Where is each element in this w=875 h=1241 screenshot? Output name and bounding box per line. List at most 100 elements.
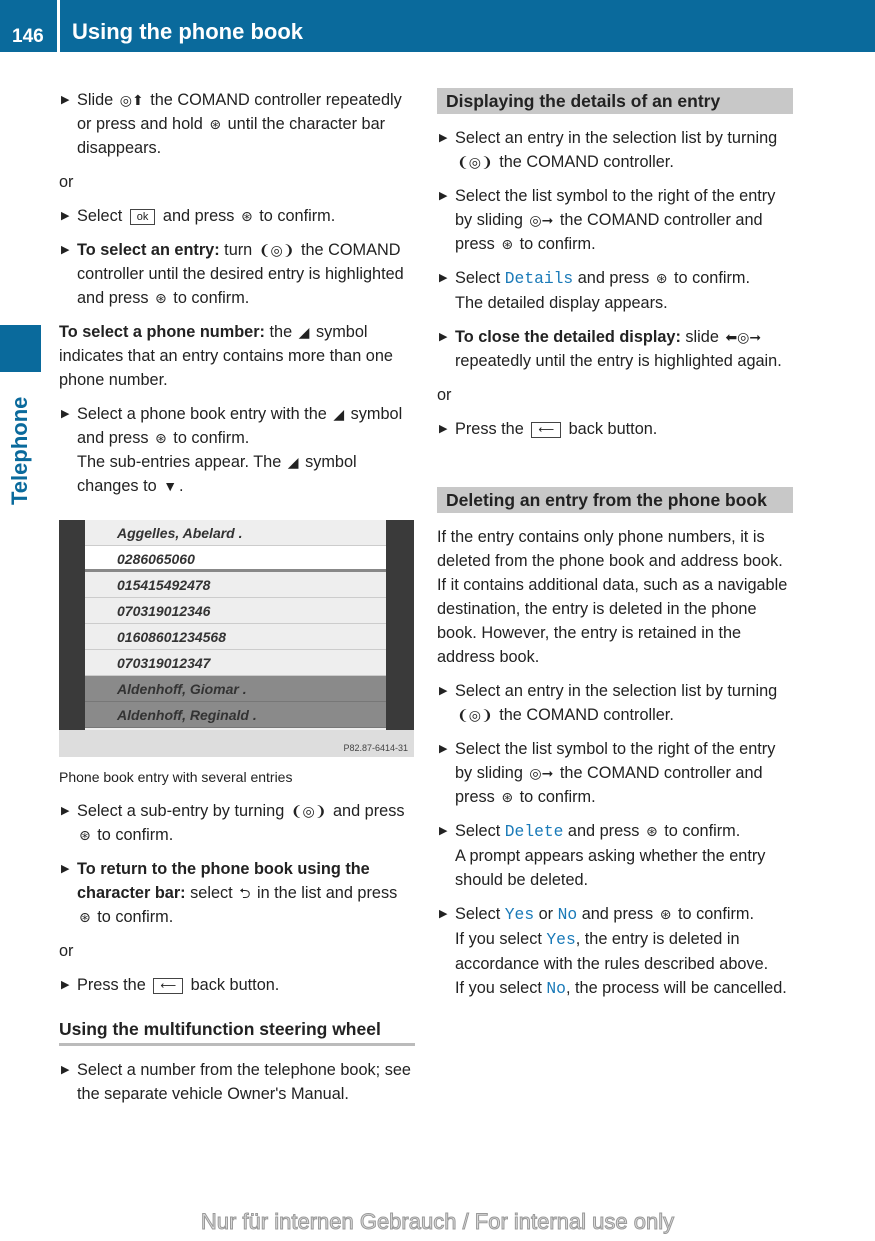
side-tab-marker bbox=[0, 325, 41, 372]
text-run: and press bbox=[573, 269, 654, 287]
right-content: Displaying the details of an entry Select… bbox=[437, 88, 793, 1001]
paragraph: or bbox=[59, 170, 415, 194]
text-run: Select bbox=[77, 207, 127, 225]
instruction-step: To return to the phone book using the ch… bbox=[59, 857, 415, 929]
paragraph: To select a phone number: the ◢ symbol i… bbox=[59, 320, 415, 392]
instruction-step: To close the detailed display: slide ⬅◎➞… bbox=[437, 325, 793, 373]
press-icon: ⊛ bbox=[501, 236, 514, 252]
slide-left-right-icon: ⬅◎➞ bbox=[725, 329, 762, 345]
instruction-step: Press the ⟵ back button. bbox=[437, 417, 793, 441]
text-run: to confirm. bbox=[168, 289, 250, 307]
press-icon: ⊛ bbox=[655, 270, 668, 286]
image-code: P82.87-6414-31 bbox=[59, 730, 414, 757]
text-run: to confirm. bbox=[254, 207, 336, 225]
text-run: , the process will be cancelled. bbox=[565, 979, 787, 997]
press-icon: ⊛ bbox=[79, 909, 91, 925]
text-run: to confirm. bbox=[515, 235, 596, 253]
phonebook-screenshot: Aggelles, Abelard . 0286065060 01541549247… bbox=[59, 520, 414, 757]
turn-icon: ❨◎❩ bbox=[457, 707, 493, 723]
phonebook-row: 070319012347 bbox=[85, 650, 386, 676]
down-triangle-icon: ▼ bbox=[163, 478, 178, 494]
text-run: and press bbox=[158, 207, 239, 225]
phonebook-row: 070319012346 bbox=[85, 598, 386, 624]
text-run: A prompt appears asking whether the entr… bbox=[455, 847, 766, 889]
turn-icon: ❨◎❩ bbox=[457, 154, 493, 170]
text-run: in the list and press bbox=[252, 884, 398, 902]
header-divider bbox=[57, 0, 60, 52]
phonebook-row: Aldenhoff, Reginald . bbox=[85, 702, 386, 728]
text-run: back button. bbox=[564, 420, 658, 438]
left-column: Slide ◎⬆ the COMAND controller repeatedl… bbox=[59, 88, 415, 1116]
text-run: Deleting an entry from the phone book bbox=[446, 490, 767, 510]
instruction-step: Select the list symbol to the right of t… bbox=[437, 184, 793, 256]
paragraph: If the entry contains only phone numbers… bbox=[437, 525, 793, 669]
page-number: 146 bbox=[12, 26, 44, 47]
page-title: Using the phone book bbox=[72, 19, 303, 44]
phonebook-list: Aggelles, Abelard . 0286065060 01541549247… bbox=[85, 520, 386, 730]
text-run: The sub-entries appear. The bbox=[77, 453, 286, 471]
figure-caption: Phone book entry with several entries bbox=[59, 769, 293, 785]
text-run: Using the multifunction steering wheel bbox=[59, 1019, 381, 1039]
turn-icon: ❨◎❩ bbox=[258, 242, 295, 258]
text-run: If it contains additional data, such as … bbox=[437, 576, 788, 666]
menu-item-name: No bbox=[546, 979, 566, 998]
right-column: Displaying the details of an entry Select… bbox=[437, 88, 793, 1011]
section-heading: Using the multifunction steering wheel bbox=[59, 1017, 415, 1046]
text-run: Displaying the details of an entry bbox=[446, 91, 721, 111]
instruction-step: Select a number from the telephone book;… bbox=[59, 1058, 415, 1106]
text-run: to confirm. bbox=[673, 905, 754, 923]
menu-item-name: No bbox=[557, 905, 578, 924]
text-run: to confirm. bbox=[92, 908, 174, 926]
text-run: and press bbox=[328, 802, 405, 820]
text-run: back button. bbox=[186, 976, 280, 994]
slide-right-icon: ◎➞ bbox=[529, 765, 554, 781]
text-run: to confirm. bbox=[669, 269, 751, 287]
press-icon: ⊛ bbox=[645, 823, 658, 839]
page-header: 146 Using the phone book bbox=[0, 0, 875, 52]
text-run: Press the bbox=[77, 976, 151, 994]
press-icon: ⊛ bbox=[659, 906, 672, 922]
phonebook-row: Aggelles, Abelard . bbox=[85, 520, 386, 546]
slide-up-icon: ◎⬆ bbox=[119, 92, 144, 108]
text-run: to confirm. bbox=[659, 822, 741, 840]
text-run: and press bbox=[577, 905, 658, 923]
text-run: or bbox=[437, 386, 452, 404]
text-run: Slide bbox=[77, 91, 118, 109]
text-run: repeatedly until the entry is highlighte… bbox=[455, 352, 782, 370]
text-run: select bbox=[185, 884, 238, 902]
press-icon: ⊛ bbox=[155, 290, 167, 306]
text-run: Select bbox=[455, 269, 505, 287]
back-button-icon: ⟵ bbox=[531, 422, 562, 438]
instruction-step: To select an entry: turn ❨◎❩ the COMAND … bbox=[59, 238, 415, 310]
return-list-icon: ⮌ bbox=[239, 885, 251, 901]
phonebook-row: Aldenhoff, Giomar . bbox=[85, 676, 386, 702]
instruction-step: Select a sub-entry by turning ❨◎❩ and pr… bbox=[59, 799, 415, 847]
text-run: Select a number from the telephone book;… bbox=[77, 1061, 411, 1103]
phonebook-row: 01608601234568 bbox=[85, 624, 386, 650]
press-icon: ⊛ bbox=[79, 827, 91, 843]
corner-symbol-icon: ◢ bbox=[298, 324, 310, 340]
text-run: or bbox=[59, 173, 74, 191]
side-tab-label: Telephone bbox=[7, 396, 32, 505]
text-run: Select bbox=[455, 822, 505, 840]
bold-lead: To close the detailed display: bbox=[455, 328, 681, 346]
phonebook-row: 0286065060 bbox=[85, 546, 386, 572]
text-run: If you select bbox=[455, 979, 547, 997]
text-run: Select a phone book entry with the bbox=[77, 405, 332, 423]
watermark: Nur für internen Gebrauch / For internal… bbox=[200, 1209, 675, 1234]
instruction-step: Select Yes or No and press ⊛ to confirm.… bbox=[437, 902, 793, 1001]
menu-item-name: Details bbox=[504, 269, 574, 288]
text-run: and press bbox=[563, 822, 644, 840]
turn-icon: ❨◎❩ bbox=[290, 803, 327, 819]
text-run: the bbox=[264, 323, 297, 341]
text-run: the COMAND controller. bbox=[494, 706, 674, 724]
text-run: If you select bbox=[455, 930, 547, 948]
text-run: Press the bbox=[455, 420, 529, 438]
text-run: . bbox=[179, 477, 184, 495]
press-icon: ⊛ bbox=[209, 116, 222, 132]
corner-symbol-icon: ◢ bbox=[287, 454, 299, 470]
text-run: turn bbox=[219, 241, 257, 259]
text-run: If the entry contains only phone numbers… bbox=[437, 528, 783, 570]
instruction-step: Select the list symbol to the right of t… bbox=[437, 737, 793, 809]
press-icon: ⊛ bbox=[501, 789, 514, 805]
